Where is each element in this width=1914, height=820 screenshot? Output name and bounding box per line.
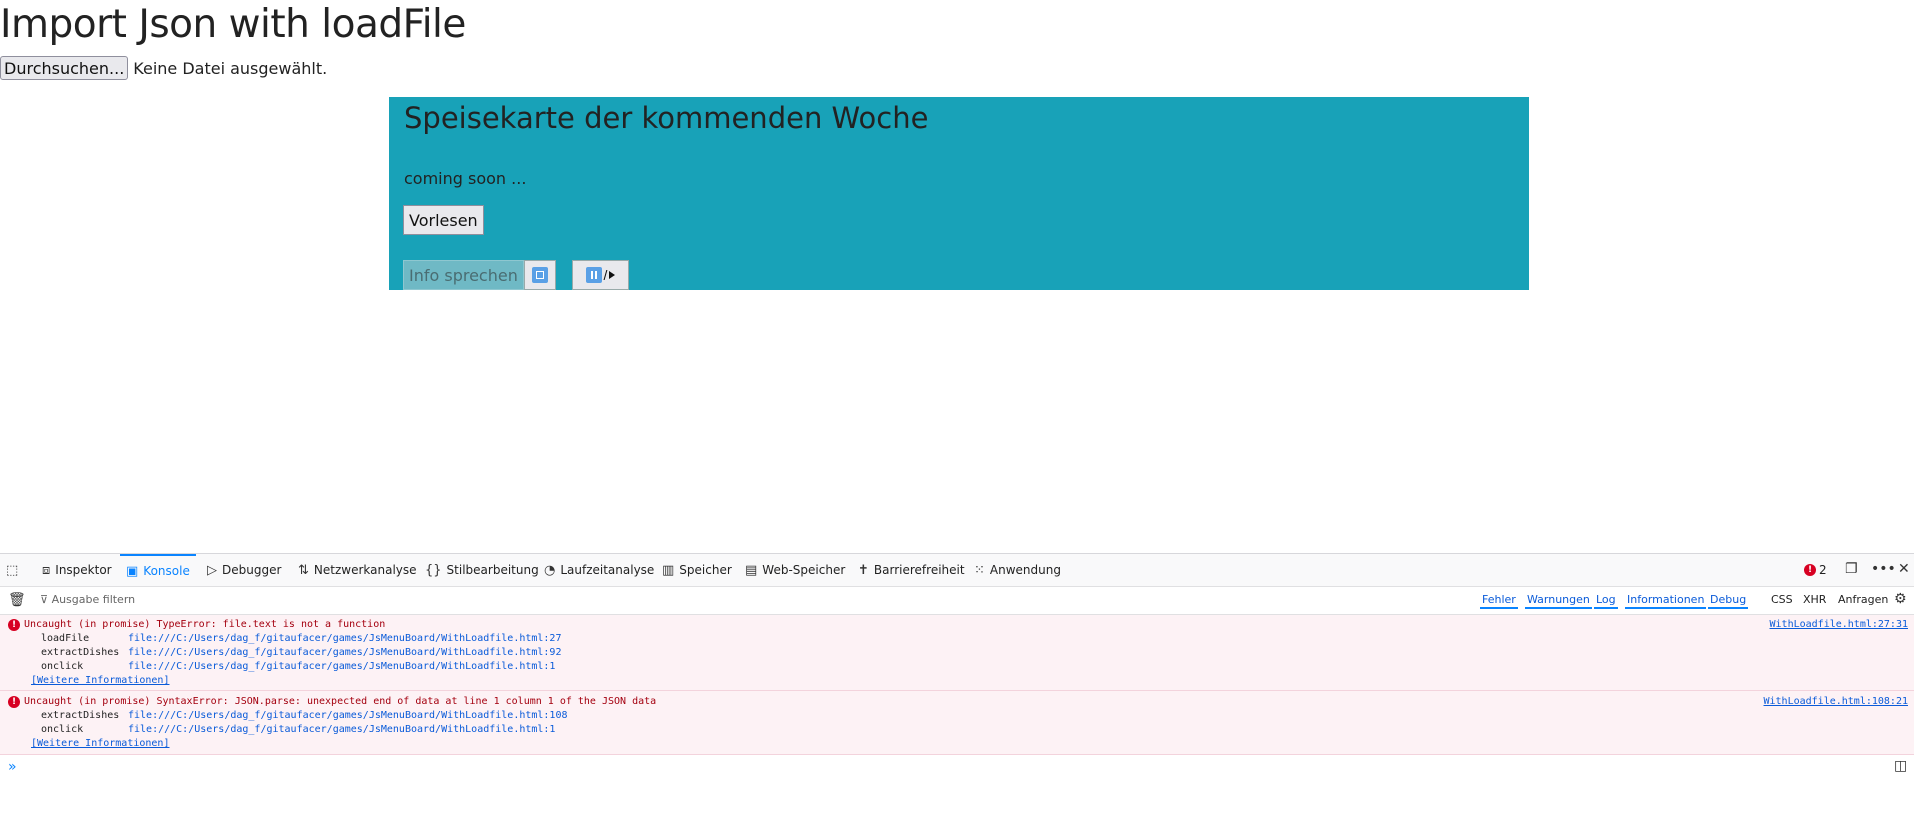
coming-soon-text: coming soon ... (404, 169, 527, 188)
browse-file-button[interactable]: Durchsuchen... (0, 56, 129, 80)
filter-input[interactable]: ⊽ Ausgabe filtern (40, 593, 135, 606)
error-icon: ! (1804, 564, 1816, 576)
trash-icon[interactable]: 🗑 (8, 592, 26, 608)
memory-icon: ▥ (662, 562, 675, 578)
tab-memory[interactable]: ▥ Speicher (662, 554, 732, 586)
filter-errors-button[interactable]: Fehler (1480, 593, 1518, 609)
trace-location[interactable]: file:///C:/Users/dag_f/gitaufacer/games/… (128, 710, 568, 721)
devtools-panel: ⬚ ⧈ Inspektor ▣ Konsole ▷ Debugger ⇅ Net… (0, 553, 1914, 820)
console-message: ! Uncaught (in promise) TypeError: file.… (0, 615, 1914, 691)
filter-debug-button[interactable]: Debug (1708, 593, 1749, 609)
console-prompt-icon[interactable]: » (8, 759, 17, 775)
pause-play-separator: / (603, 267, 608, 283)
dock-side-icon[interactable]: ❐ (1845, 561, 1858, 577)
error-text: Uncaught (in promise) TypeError: file.te… (24, 619, 386, 630)
menu-panel: Speisekarte der kommenden Woche coming s… (389, 97, 1529, 290)
editor-mode-icon[interactable]: ◫ (1894, 758, 1907, 774)
stop-icon (532, 267, 548, 283)
more-info-link[interactable]: [Weitere Informationen] (31, 675, 169, 686)
tab-debugger[interactable]: ▷ Debugger (207, 554, 281, 586)
speak-info-button[interactable]: Info sprechen (403, 260, 524, 290)
tab-accessibility[interactable]: ✝ Barrierefreiheit (858, 554, 965, 586)
trace-location[interactable]: file:///C:/Users/dag_f/gitaufacer/games/… (128, 633, 561, 644)
error-icon: ! (8, 619, 20, 631)
more-options-icon[interactable]: ••• (1871, 561, 1896, 577)
error-icon: ! (8, 696, 20, 708)
pause-play-button[interactable]: / (572, 260, 629, 290)
trace-location[interactable]: file:///C:/Users/dag_f/gitaufacer/games/… (128, 661, 555, 672)
style-editor-icon: {} (425, 562, 442, 578)
tab-storage[interactable]: ▤ Web-Speicher (745, 554, 845, 586)
filter-info-button[interactable]: Informationen (1625, 593, 1707, 609)
performance-icon: ◔ (544, 562, 556, 578)
page-title: Import Json with loadFile (0, 2, 466, 47)
accessibility-icon: ✝ (858, 562, 869, 578)
network-icon: ⇅ (298, 562, 309, 578)
settings-gear-icon[interactable]: ⚙ (1894, 591, 1907, 607)
tab-network[interactable]: ⇅ Netzwerkanalyse (298, 554, 417, 586)
play-icon (609, 271, 616, 279)
tab-inspector[interactable]: ⧈ Inspektor (42, 554, 112, 586)
trace-location[interactable]: file:///C:/Users/dag_f/gitaufacer/games/… (128, 647, 561, 658)
pause-icon (585, 267, 602, 283)
trace-function: loadFile (41, 633, 90, 644)
storage-icon: ▤ (745, 562, 758, 578)
filter-icon: ⊽ (40, 593, 52, 606)
file-input-row: Durchsuchen... Keine Datei ausgewählt. (0, 56, 327, 80)
more-info-link[interactable]: [Weitere Informationen] (31, 738, 169, 749)
application-icon: ⁙ (974, 562, 985, 578)
filter-requests-button[interactable]: Anfragen (1838, 593, 1888, 606)
filter-warnings-button[interactable]: Warnungen (1525, 593, 1592, 609)
error-text: Uncaught (in promise) SyntaxError: JSON.… (24, 696, 657, 707)
source-link[interactable]: WithLoadfile.html:27:31 (1770, 619, 1908, 630)
trace-function: extractDishes (41, 710, 120, 721)
tab-console[interactable]: ▣ Konsole (120, 554, 196, 586)
file-status-text: Keine Datei ausgewählt. (133, 58, 328, 78)
tab-performance[interactable]: ◔ Laufzeitanalyse (544, 554, 654, 586)
element-picker-icon[interactable]: ⬚ (6, 554, 18, 586)
tab-style-editor[interactable]: {} Stilbearbeitung (425, 554, 539, 586)
trace-function: extractDishes (41, 647, 120, 658)
error-counter[interactable]: ! 2 (1804, 554, 1827, 586)
trace-function: onclick (41, 661, 84, 672)
source-link[interactable]: WithLoadfile.html:108:21 (1764, 696, 1909, 707)
devtools-tabbar: ⬚ ⧈ Inspektor ▣ Konsole ▷ Debugger ⇅ Net… (0, 554, 1914, 587)
trace-function: onclick (41, 724, 84, 735)
tab-application[interactable]: ⁙ Anwendung (974, 554, 1061, 586)
inspector-icon: ⧈ (42, 562, 51, 578)
close-icon[interactable]: ✕ (1898, 561, 1910, 577)
filter-css-button[interactable]: CSS (1771, 593, 1793, 606)
filter-log-button[interactable]: Log (1594, 593, 1618, 609)
menu-title: Speisekarte der kommenden Woche (404, 101, 929, 135)
console-message: ! Uncaught (in promise) SyntaxError: JSO… (0, 691, 1914, 755)
trace-location[interactable]: file:///C:/Users/dag_f/gitaufacer/games/… (128, 724, 555, 735)
debugger-icon: ▷ (207, 562, 217, 578)
filter-xhr-button[interactable]: XHR (1803, 593, 1826, 606)
console-filter-bar: 🗑 ⊽ Ausgabe filtern Fehler Warnungen Log… (0, 587, 1914, 615)
console-icon: ▣ (126, 563, 139, 579)
stop-button[interactable] (524, 260, 556, 290)
read-aloud-button[interactable]: Vorlesen (403, 205, 484, 235)
